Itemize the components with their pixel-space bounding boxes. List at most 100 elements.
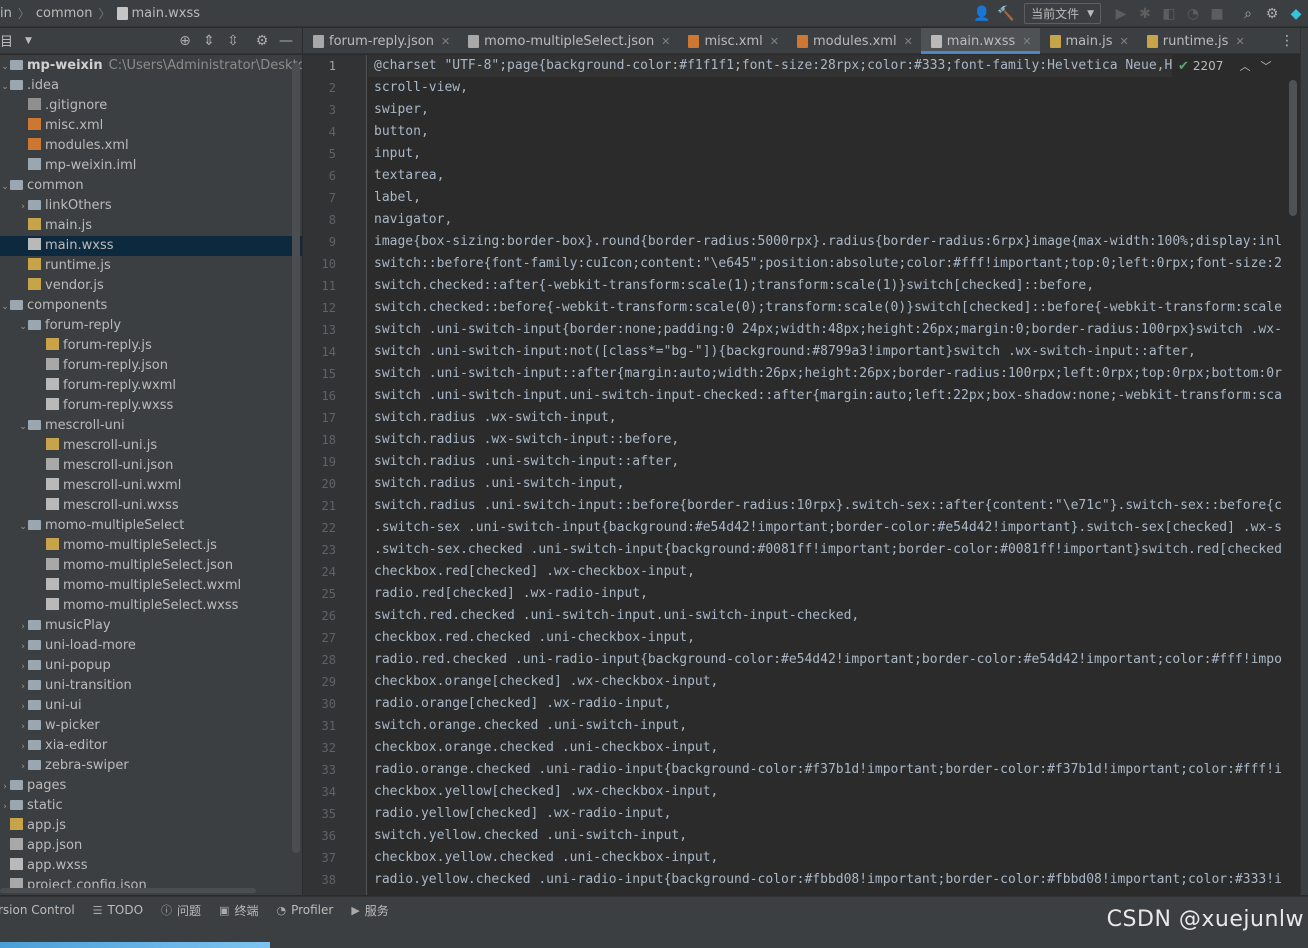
tree-file[interactable]: momo-multipleSelect.wxss xyxy=(0,596,302,616)
chevron-down-icon[interactable]: ﹀ xyxy=(1260,58,1271,74)
code-line[interactable]: .switch-sex .uni-switch-input{background… xyxy=(374,517,1282,539)
editor-tab[interactable]: main.wxss ✕ xyxy=(920,28,1040,54)
run-config-selector[interactable]: 当前文件 ▼ xyxy=(1024,3,1101,24)
editor-scrollbar-thumb[interactable] xyxy=(1289,80,1297,216)
code-line[interactable]: switch .uni-switch-input::after{margin:a… xyxy=(374,363,1282,385)
chevron-right-icon[interactable]: › xyxy=(18,737,28,757)
chevron-down-icon[interactable]: ⌄ xyxy=(0,297,10,317)
code-line[interactable]: switch.radius .uni-switch-input::before{… xyxy=(374,495,1282,517)
code-line[interactable]: .switch-sex.checked .uni-switch-input{ba… xyxy=(374,539,1282,561)
tool-window-button[interactable]: ☰ TODO xyxy=(93,903,143,917)
editor-tab[interactable]: momo-multipleSelect.json ✕ xyxy=(458,28,678,54)
collapse-all-icon[interactable]: ⇳ xyxy=(222,30,244,52)
tool-window-button[interactable]: ▣ 终端 xyxy=(219,902,258,919)
editor-tab[interactable]: modules.xml ✕ xyxy=(787,28,921,54)
tree-file[interactable]: forum-reply.wxss xyxy=(0,396,302,416)
code-line[interactable]: @charset "UTF-8";page{background-color:#… xyxy=(374,55,1180,77)
project-panel-title[interactable]: 目 xyxy=(0,31,13,50)
code-line[interactable]: checkbox.red.checked .uni-checkbox-input… xyxy=(374,627,695,649)
locate-target-icon[interactable]: ⊕ xyxy=(174,30,196,52)
chevron-right-icon[interactable]: › xyxy=(18,637,28,657)
tree-folder[interactable]: › xia-editor xyxy=(0,736,302,756)
settings-gear-icon[interactable]: ⚙ xyxy=(1261,3,1283,25)
tree-file[interactable]: .gitignore xyxy=(0,96,302,116)
code-line[interactable]: switch.red.checked .uni-switch-input.uni… xyxy=(374,605,859,627)
chevron-down-icon[interactable]: ⌄ xyxy=(18,417,28,437)
code-line[interactable]: textarea, xyxy=(374,165,444,187)
tree-file[interactable]: momo-multipleSelect.js xyxy=(0,536,302,556)
code-line[interactable]: switch.radius .uni-switch-input::after, xyxy=(374,451,679,473)
chevron-right-icon[interactable]: › xyxy=(0,777,10,797)
code-line[interactable]: radio.red.checked .uni-radio-input{backg… xyxy=(374,649,1282,671)
breadcrumb-folder[interactable]: common xyxy=(36,6,93,21)
chevron-right-icon[interactable]: › xyxy=(18,617,28,637)
tree-file[interactable]: mescroll-uni.wxss xyxy=(0,496,302,516)
code-line[interactable]: switch .uni-switch-input:not([class*="bg… xyxy=(374,341,1196,363)
chevron-right-icon[interactable]: › xyxy=(18,757,28,777)
tree-folder[interactable]: › static xyxy=(0,796,302,816)
tool-window-button[interactable]: ◔ Profiler xyxy=(276,903,333,917)
coverage-icon[interactable]: ◧ xyxy=(1158,3,1180,25)
chevron-down-icon[interactable]: ⌄ xyxy=(0,77,10,97)
tree-folder[interactable]: ⌄ forum-reply xyxy=(0,316,302,336)
settings-gear-icon[interactable]: ⚙ xyxy=(251,30,273,52)
code-line[interactable]: image{box-sizing:border-box}.round{borde… xyxy=(374,231,1282,253)
tree-folder[interactable]: › pages xyxy=(0,776,302,796)
close-icon[interactable]: ✕ xyxy=(441,35,450,48)
expand-all-icon[interactable]: ⇕ xyxy=(198,30,220,52)
chevron-right-icon[interactable]: › xyxy=(18,197,28,217)
code-line[interactable]: radio.yellow.checked .uni-radio-input{ba… xyxy=(374,869,1282,891)
hide-panel-icon[interactable]: — xyxy=(275,30,297,52)
tree-folder[interactable]: › uni-load-more xyxy=(0,636,302,656)
close-icon[interactable]: ✕ xyxy=(1022,35,1031,48)
tree-folder[interactable]: ⌄ common xyxy=(0,176,302,196)
tree-file[interactable]: momo-multipleSelect.wxml xyxy=(0,576,302,596)
tree-folder[interactable]: › linkOthers xyxy=(0,196,302,216)
code-line[interactable]: checkbox.red[checked] .wx-checkbox-input… xyxy=(374,561,695,583)
tree-folder[interactable]: › uni-ui xyxy=(0,696,302,716)
tree-file[interactable]: main.wxss xyxy=(0,236,302,256)
chevron-right-icon[interactable]: › xyxy=(18,697,28,717)
editor-tab[interactable]: runtime.js ✕ xyxy=(1137,28,1253,54)
debug-icon[interactable]: ✱ xyxy=(1134,3,1156,25)
code-line[interactable]: radio.yellow[checked] .wx-radio-input, xyxy=(374,803,671,825)
close-icon[interactable]: ✕ xyxy=(904,35,913,48)
tree-file[interactable]: runtime.js xyxy=(0,256,302,276)
build-hammer-icon[interactable]: 🔨 xyxy=(995,3,1017,25)
code-line[interactable]: switch::before{font-family:cuIcon;conten… xyxy=(374,253,1282,275)
chevron-down-icon[interactable]: ▼ xyxy=(25,36,32,46)
code-line[interactable]: radio.red[checked] .wx-radio-input, xyxy=(374,583,648,605)
user-icon[interactable]: 👤 xyxy=(971,3,993,25)
chevron-up-icon[interactable]: ︿ xyxy=(1239,58,1250,74)
tree-folder[interactable]: › zebra-swiper xyxy=(0,756,302,776)
profile-icon[interactable]: ◔ xyxy=(1182,3,1204,25)
code-line[interactable]: checkbox.yellow.checked .uni-checkbox-in… xyxy=(374,847,718,869)
chevron-down-icon[interactable]: ⌄ xyxy=(0,177,10,197)
close-icon[interactable]: ✕ xyxy=(770,35,779,48)
tree-folder[interactable]: › w-picker xyxy=(0,716,302,736)
close-icon[interactable]: ✕ xyxy=(661,35,670,48)
close-icon[interactable]: ✕ xyxy=(1120,35,1129,48)
code-line[interactable]: switch.checked::after{-webkit-transform:… xyxy=(374,275,1094,297)
tree-scrollbar[interactable] xyxy=(292,63,300,853)
tool-window-button[interactable]: rsion Control xyxy=(0,903,75,917)
chevron-right-icon[interactable]: › xyxy=(18,717,28,737)
code-line[interactable]: navigator, xyxy=(374,209,452,231)
tree-file[interactable]: mescroll-uni.wxml xyxy=(0,476,302,496)
chevron-down-icon[interactable]: ⌄ xyxy=(0,57,10,77)
tree-file[interactable]: momo-multipleSelect.json xyxy=(0,556,302,576)
chevron-down-icon[interactable]: ⌄ xyxy=(18,317,28,337)
inspection-widget[interactable]: ✔ 2207 ︿ ﹀ xyxy=(1172,55,1290,77)
tree-folder[interactable]: › uni-transition xyxy=(0,676,302,696)
code-line[interactable]: switch .uni-switch-input{border:none;pad… xyxy=(374,319,1282,341)
code-line[interactable]: scroll-view, xyxy=(374,77,468,99)
stop-icon[interactable]: ■ xyxy=(1206,3,1228,25)
code-line[interactable]: switch.radius .wx-switch-input, xyxy=(374,407,617,429)
tree-file[interactable]: forum-reply.wxml xyxy=(0,376,302,396)
code-line[interactable]: radio.orange.checked .uni-radio-input{ba… xyxy=(374,759,1282,781)
code-line[interactable]: checkbox.yellow[checked] .wx-checkbox-in… xyxy=(374,781,718,803)
tree-file[interactable]: mp-weixin.iml xyxy=(0,156,302,176)
tree-file[interactable]: mescroll-uni.js xyxy=(0,436,302,456)
run-icon[interactable]: ▶ xyxy=(1110,3,1132,25)
tool-window-button[interactable]: ▶ 服务 xyxy=(351,902,388,919)
